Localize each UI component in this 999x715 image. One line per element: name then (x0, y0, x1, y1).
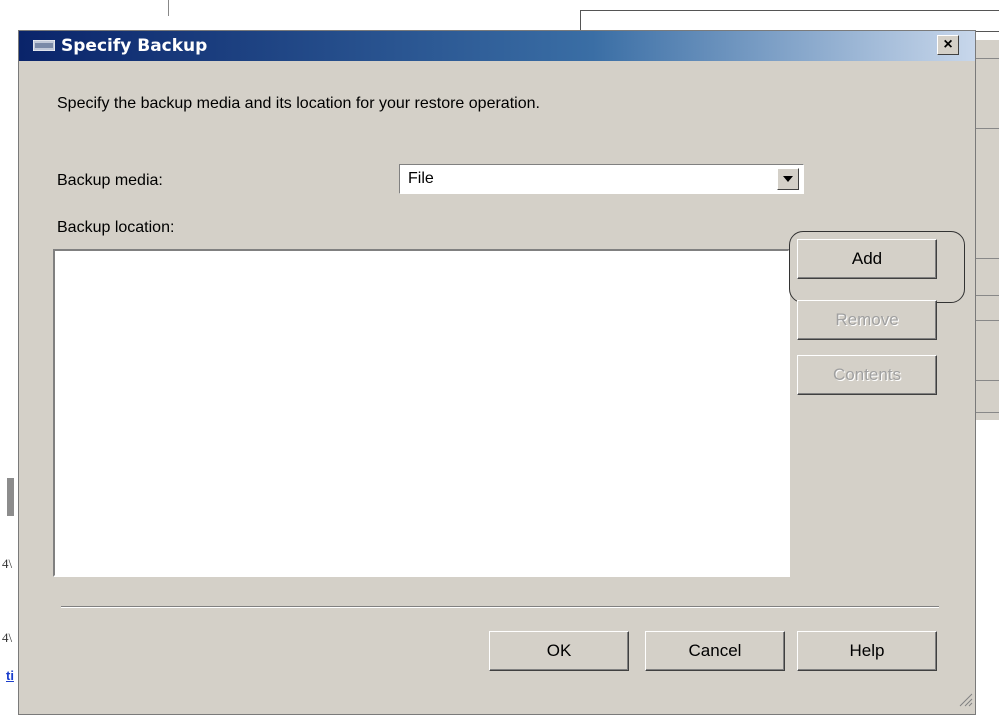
window-icon (33, 40, 55, 51)
background-divider (975, 258, 999, 259)
chevron-down-icon[interactable] (777, 168, 799, 190)
add-button[interactable]: Add (797, 239, 937, 279)
background-divider (975, 295, 999, 296)
backup-media-value: File (408, 170, 434, 187)
dialog-description: Specify the backup media and its locatio… (57, 95, 540, 112)
cancel-button[interactable]: Cancel (645, 631, 785, 671)
background-divider (975, 128, 999, 129)
specify-backup-dialog: Specify Backup × Specify the backup medi… (18, 30, 976, 715)
background-text-fragment: 4\ (2, 630, 13, 645)
background-window-left (0, 0, 18, 715)
background-link-fragment[interactable]: ti (6, 668, 14, 683)
background-field (580, 10, 999, 32)
help-button[interactable]: Help (797, 631, 937, 671)
background-divider (975, 412, 999, 413)
ok-button[interactable]: OK (489, 631, 629, 671)
background-gray-block (7, 478, 14, 516)
contents-button[interactable]: Contents (797, 355, 937, 395)
dialog-title: Specify Backup (61, 36, 208, 56)
backup-media-select[interactable]: File (399, 164, 804, 194)
background-divider (975, 320, 999, 321)
title-bar[interactable]: Specify Backup × (19, 31, 975, 61)
backup-media-label: Backup media: (57, 172, 163, 189)
backup-location-list[interactable] (53, 249, 790, 577)
backup-location-label: Backup location: (57, 219, 175, 236)
background-divider (975, 58, 999, 59)
remove-button[interactable]: Remove (797, 300, 937, 340)
separator (61, 606, 939, 608)
background-text-fragment: 4\ (2, 556, 13, 571)
close-button[interactable]: × (937, 35, 959, 55)
background-divider (975, 380, 999, 381)
resize-grip-icon[interactable] (957, 691, 973, 707)
background-window-right (975, 40, 999, 420)
